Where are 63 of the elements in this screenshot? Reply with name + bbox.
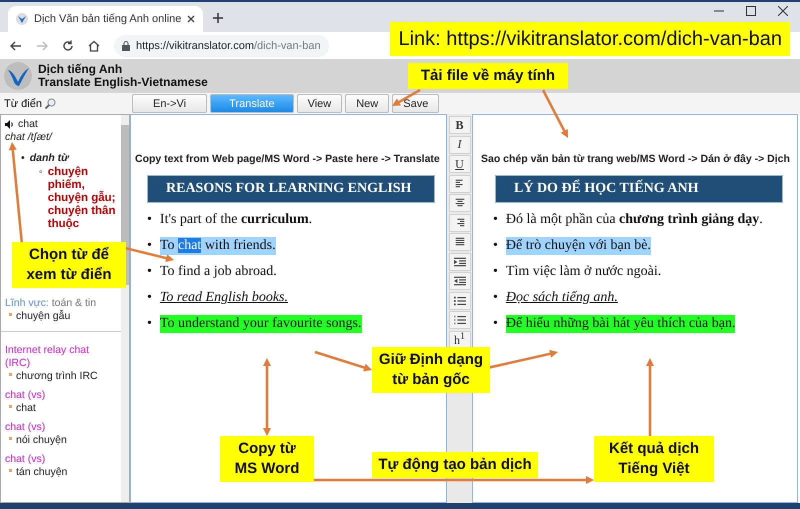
term-meaning: nói chuyện: [16, 434, 67, 447]
app-title: Dịch tiếng Anh: [38, 63, 124, 76]
term-meaning: tán chuyện: [16, 466, 68, 479]
part-of-speech: danh từ: [30, 152, 69, 165]
format-button[interactable]: B: [448, 116, 470, 134]
bullet-marker: •: [21, 152, 25, 165]
url-path: /dich-van-ban: [254, 40, 321, 52]
bullet-text: Để trò chuyện với bạn bè.: [506, 237, 651, 255]
callout-label: Link: https://vikitranslator.com/dich-van-ban: [390, 22, 790, 56]
toolbar-button[interactable]: Save: [392, 94, 440, 113]
bullet-marker: •: [493, 263, 498, 281]
address-bar[interactable]: https://vikitranslator.com/dich-van-ban: [114, 34, 329, 56]
pronunciation: chat /tʃæt/: [5, 131, 54, 144]
paste-hint: Copy text from Web page/MS Word -> Paste here -> Translate: [135, 153, 441, 165]
field-meaning: chuyện gẫu: [16, 310, 70, 323]
bullet-marker: •: [493, 211, 498, 229]
toolbar-button[interactable]: New: [345, 94, 390, 113]
paste-hint: Sao chép văn bản từ trang web/MS Word -> Dán ở đây -> Dịch: [481, 153, 791, 165]
bullet-marker: •: [147, 263, 152, 281]
bullet-text: Để hiểu những bài hát yêu thích của bạn.: [506, 315, 736, 333]
callout-label: Tự động tạo bản dịch: [372, 452, 538, 478]
bullet-marker: •: [493, 237, 498, 255]
bullet-marker: •: [493, 315, 498, 333]
bullet-marker: •: [147, 315, 152, 333]
callout-label: Giữ Định dạng từ bản gốc: [372, 347, 490, 393]
bullet-text: Đọc sách tiếng anh.: [506, 289, 618, 307]
format-button[interactable]: U: [448, 155, 470, 173]
bullet-text: To read English books.: [160, 289, 288, 307]
dictionary-term: chat (vs): [5, 389, 46, 402]
callout-label: Tải file về máy tính: [408, 63, 568, 89]
callout-label: Copy từ MS Word: [220, 436, 314, 482]
bullet-text: To find a job abroad.: [160, 263, 277, 281]
callout-label: Kết quả dịch Tiếng Việt: [594, 436, 714, 482]
field-label: Lĩnh vực:: [5, 297, 49, 309]
heading-banner: REASONS FOR LEARNING ENGLISH: [147, 175, 435, 203]
bullet-text: Tìm việc làm ở nước ngoài.: [506, 263, 662, 281]
dictionary-label: Từ điển: [4, 98, 42, 110]
bullet-text: To understand your favourite songs.: [160, 315, 362, 333]
callout-label: Chọn từ để xem từ điển: [12, 242, 126, 288]
app-subtitle: Translate English-Vietnamese: [38, 76, 208, 89]
dictionary-term: Internet relay chat (IRC): [5, 344, 90, 370]
url-host: https://vikitranslator.com: [136, 40, 254, 52]
bullet-marker: ◦: [39, 166, 43, 179]
dictionary-term: chat (vs): [5, 453, 46, 466]
format-button[interactable]: I: [448, 136, 470, 154]
bullet-text: Đó là một phần của chương trình giảng dạy.: [506, 211, 763, 229]
tab-title: Dịch Văn bản tiếng Anh online: [34, 13, 182, 25]
bullet-marker: •: [147, 289, 152, 307]
toolbar-button[interactable]: View: [296, 94, 342, 113]
browser-tab[interactable]: Dịch Văn bản tiếng Anh online: [8, 6, 204, 32]
toolbar-button[interactable]: En->Vi: [132, 94, 208, 113]
bullet-marker: •: [147, 211, 152, 229]
term-meaning: chương trình IRC: [16, 370, 98, 383]
dictionary-term: chat (vs): [5, 421, 46, 434]
heading-banner: LÝ DO ĐỂ HỌC TIẾNG ANH: [495, 175, 783, 203]
field-value: toán & tin: [52, 297, 96, 309]
term-meaning: chat: [16, 402, 36, 415]
dictionary-word: chat: [18, 118, 38, 131]
bullet-text: It's part of the curriculum.: [160, 211, 312, 229]
bullet-marker: •: [147, 237, 152, 255]
word-meaning: chuyện phiếm, chuyện gẫu; chuyện thân thuộc: [48, 166, 116, 231]
format-button[interactable]: h$^{1}$: [448, 330, 470, 348]
bullet-marker: •: [493, 289, 498, 307]
